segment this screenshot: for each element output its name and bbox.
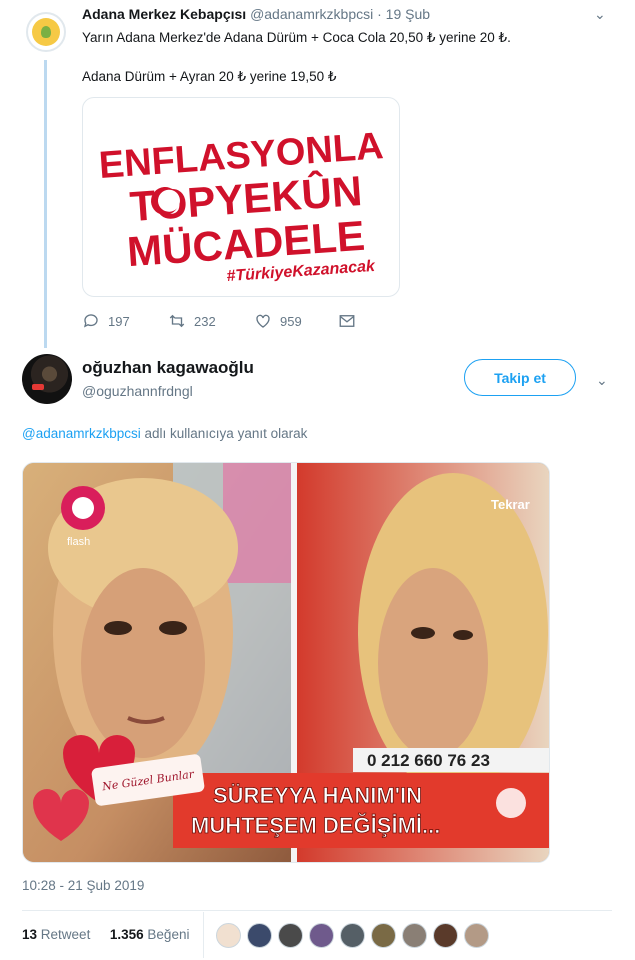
like-label[interactable]: Beğeni xyxy=(147,927,189,942)
like-button[interactable]: 959 xyxy=(254,312,302,330)
envelope-icon xyxy=(339,315,355,327)
chevron-down-icon[interactable]: ⌄ xyxy=(594,6,606,23)
author-name[interactable]: Adana Merkez Kebapçısı xyxy=(82,6,246,22)
tekrar-label: Tekrar xyxy=(491,497,530,512)
avatar[interactable] xyxy=(433,923,458,948)
avatar[interactable] xyxy=(22,354,72,404)
divider xyxy=(203,912,204,958)
divider xyxy=(22,910,612,911)
avatar[interactable] xyxy=(402,923,427,948)
tweet-stats: 13 Retweet 1.356 Beğeni xyxy=(22,927,189,942)
retweet-button[interactable]: 232 xyxy=(168,312,216,330)
channel-logo-text: flash xyxy=(67,536,90,548)
follow-button[interactable]: Takip et xyxy=(464,359,576,396)
tweet-header: Adana Merkez Kebapçısı @adanamrkzkbpcsi … xyxy=(82,6,430,22)
tweet-timestamp[interactable]: 10:28 - 21 Şub 2019 xyxy=(22,878,144,893)
retweet-count[interactable]: 13 xyxy=(22,927,37,942)
reply-count: 197 xyxy=(108,313,130,329)
banner-line-2: MUHTEŞEM DEĞİŞİMİ... xyxy=(191,813,440,838)
logo-icon xyxy=(32,18,60,46)
banner-line-1: SÜREYYA HANIM'IN xyxy=(213,783,422,808)
reply-mention-link[interactable]: @adanamrkzkbpcsi xyxy=(22,426,141,441)
author-name[interactable]: oğuzhan kagawaoğlu xyxy=(82,358,254,378)
tweet-date[interactable]: 19 Şub xyxy=(386,6,430,22)
tweet-media-image[interactable]: flash Tekrar 0 212 660 76 23 SÜREYYA HAN… xyxy=(22,462,550,863)
heart-icon xyxy=(256,314,270,328)
tweet-text-line-2: Adana Dürüm + Ayran 20 ₺ yerine 19,50 ₺ xyxy=(82,69,337,84)
avatar[interactable] xyxy=(309,923,334,948)
phone-number: 0 212 660 76 23 xyxy=(367,751,490,770)
retweet-count: 232 xyxy=(194,313,216,329)
like-count: 959 xyxy=(280,313,302,329)
avatar[interactable] xyxy=(371,923,396,948)
retweet-label[interactable]: Retweet xyxy=(41,927,91,942)
tweet-text-line-1: Yarın Adana Merkez'de Adana Dürüm + Coca… xyxy=(82,30,511,45)
parent-tweet: Adana Merkez Kebapçısı @adanamrkzkbpcsi … xyxy=(0,0,635,348)
like-count[interactable]: 1.356 xyxy=(110,927,144,942)
reply-button[interactable]: 197 xyxy=(82,312,130,330)
chevron-down-icon[interactable]: ⌄ xyxy=(596,372,608,389)
reply-context: @adanamrkzkbpcsi adlı kullanıcıya yanıt … xyxy=(22,426,307,441)
author-handle[interactable]: @adanamrkzkbpcsi xyxy=(250,6,373,22)
avatar[interactable] xyxy=(26,12,66,52)
avatar[interactable] xyxy=(247,923,272,948)
avatar[interactable] xyxy=(278,923,303,948)
avatar[interactable] xyxy=(464,923,489,948)
channel-watermark-icon xyxy=(496,788,526,818)
retweet-icon xyxy=(169,314,185,328)
avatar[interactable] xyxy=(340,923,365,948)
message-button[interactable] xyxy=(338,312,356,330)
tv-screenshot: flash Tekrar 0 212 660 76 23 SÜREYYA HAN… xyxy=(23,463,549,862)
reply-context-text: adlı kullanıcıya yanıt olarak xyxy=(140,426,308,441)
thread-line xyxy=(44,60,47,348)
tweet-image[interactable]: ENFLASYONLA TOPYEKÛN MÜCADELE #TürkiyeKa… xyxy=(82,97,400,297)
campaign-graphic: ENFLASYONLA TOPYEKÛN MÜCADELE #TürkiyeKa… xyxy=(98,125,385,285)
avatar[interactable] xyxy=(216,923,241,948)
reply-icon xyxy=(83,314,98,328)
author-handle[interactable]: @oguzhannfrdngl xyxy=(82,383,193,399)
separator: · xyxy=(377,6,382,22)
